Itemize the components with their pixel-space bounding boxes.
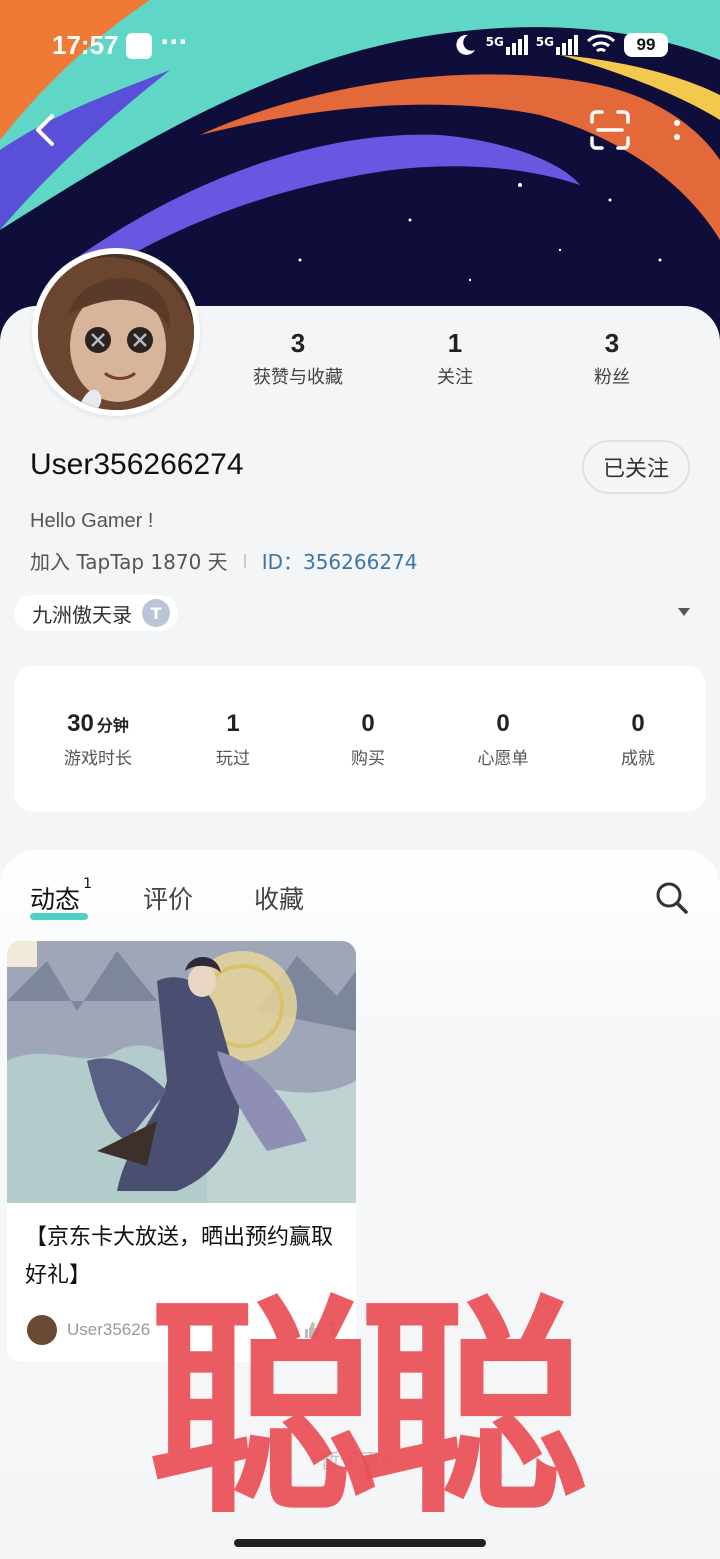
stat-played[interactable]: 1 玩过 [173,710,293,769]
watermark-text: 聪聪 [148,1275,588,1545]
battery-icon: 99 [624,33,668,57]
signal-5g-icon: 5G [486,35,528,55]
playtime-unit: 分钟 [96,718,129,735]
stat-following[interactable]: 1 关注 [385,328,525,389]
stat-followers-value: 3 [604,328,620,358]
tab-posts-label: 动态 [30,885,81,914]
divider [243,553,246,568]
stat-played-value: 1 [226,710,240,737]
status-bar: 17:57 ··· 5G 5G 99 [0,0,720,90]
game-chip[interactable]: 九洲傲天录 T [14,595,178,631]
signal-5g-label: 5G [485,35,504,49]
do-not-disturb-moon-icon [456,34,475,55]
more-notifications-icon: ··· [160,28,188,56]
stat-achievements-label: 成就 [621,749,655,769]
home-indicator[interactable] [234,1539,486,1547]
following-button[interactable]: 已关注 [582,440,690,494]
stat-purchased[interactable]: 0 购买 [308,710,428,769]
search-icon[interactable] [654,880,690,916]
stat-played-label: 玩过 [216,749,250,769]
stat-likes-favorites[interactable]: 3 获赞与收藏 [228,328,368,389]
stat-following-value: 1 [447,328,463,358]
expand-arrow-icon[interactable] [678,608,690,616]
stat-playtime[interactable]: 30 分钟 游戏时长 [38,710,158,769]
tab-posts[interactable]: 动态 1 [30,876,92,916]
system-icons: 5G 5G 99 [452,30,668,60]
game-stats-card: 30 分钟 游戏时长 1 玩过 0 购买 0 心愿单 0 成就 [14,666,706,812]
tab-reviews[interactable]: 评价 [143,880,193,916]
tab-posts-badge: 1 [83,876,93,892]
stat-wishlist-value: 0 [496,710,510,737]
game-chip-name: 九洲傲天录 [32,602,132,627]
post-author-name[interactable]: User35626 [67,1320,150,1340]
active-tab-indicator [30,913,88,920]
scan-icon[interactable] [588,108,632,152]
stat-playtime-value: 30 分钟 [38,710,158,738]
wifi-icon [586,34,616,53]
stat-followers[interactable]: 3 粉丝 [542,328,682,389]
qq-notification-icon [126,33,152,59]
status-time: 17:57 [52,30,119,60]
username: User356266274 [30,448,244,481]
post-cover-image [7,941,356,1203]
join-info: 加入 TapTap 1870 天 ID：356266274 [30,546,418,575]
stat-achievements[interactable]: 0 成就 [578,710,698,769]
bio-text: Hello Gamer ! [30,510,154,532]
signal-5g-secondary-icon: 5G [536,35,578,55]
taptap-badge-icon: T [142,599,170,627]
stat-achievements-value: 0 [631,710,645,737]
signal-5g-secondary-label: 5G [535,35,554,49]
stat-following-label: 关注 [437,367,473,388]
stat-wishlist[interactable]: 0 心愿单 [443,710,563,769]
playtime-number: 30 [67,710,94,737]
join-days: 加入 TapTap 1870 天 [30,550,228,574]
post-author-avatar[interactable] [25,1313,59,1347]
stat-purchased-label: 购买 [351,749,385,769]
stat-playtime-label: 游戏时长 [64,749,132,769]
user-id[interactable]: ID：356266274 [262,546,418,575]
stat-likes-label: 获赞与收藏 [253,367,343,388]
stat-wishlist-label: 心愿单 [477,749,529,769]
stat-purchased-value: 0 [361,710,375,737]
stat-likes-value: 3 [290,328,306,358]
avatar-image [38,254,194,410]
avatar[interactable] [32,248,200,416]
stat-followers-label: 粉丝 [594,367,630,388]
more-options-icon[interactable] [662,110,692,150]
post-cover-illustration [7,941,356,1203]
back-arrow-icon[interactable] [26,108,66,152]
avatar-illustration [38,254,194,410]
tab-favorites[interactable]: 收藏 [254,880,304,916]
